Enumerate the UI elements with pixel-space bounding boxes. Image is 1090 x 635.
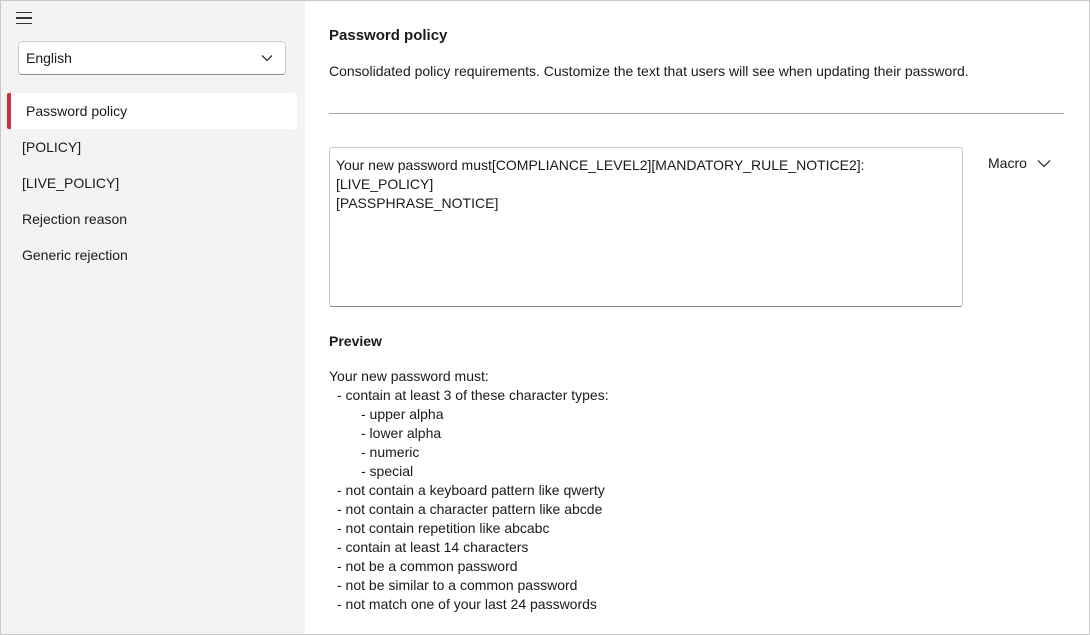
sidebar-nav: Password policy [POLICY] [LIVE_POLICY] R…: [1, 93, 305, 273]
sidebar-item-label: Password policy: [26, 103, 128, 119]
preview-line: - upper alpha: [361, 406, 444, 422]
sidebar-item-generic-rejection[interactable]: Generic rejection: [1, 237, 305, 273]
divider: [329, 113, 1064, 114]
macro-label: Macro: [988, 155, 1027, 171]
preview-line: - not contain repetition like abcabc: [337, 520, 550, 536]
preview-line: - not match one of your last 24 password…: [337, 596, 597, 612]
chevron-down-icon: [1037, 159, 1051, 167]
preview-line: - contain at least 3 of these character …: [337, 387, 609, 403]
sidebar-item-live-policy[interactable]: [LIVE_POLICY]: [1, 165, 305, 201]
preview-line: - lower alpha: [361, 425, 442, 441]
app-window: English Password policy [POLICY] [LIVE_P…: [0, 0, 1090, 635]
chevron-down-icon: [261, 55, 273, 62]
main-content: Password policy Consolidated policy requ…: [305, 1, 1089, 634]
preview-text: Your new password must: - contain at leas…: [329, 367, 609, 614]
sidebar-item-policy[interactable]: [POLICY]: [1, 129, 305, 165]
preview-line: - numeric: [361, 444, 420, 460]
policy-text-editor[interactable]: [329, 147, 963, 307]
preview-line: - not be similar to a common password: [337, 577, 578, 593]
language-select[interactable]: English: [18, 41, 286, 75]
language-select-value: English: [26, 50, 72, 66]
preview-heading: Preview: [329, 333, 382, 349]
page-title: Password policy: [329, 27, 448, 44]
hamburger-menu-icon[interactable]: [16, 9, 38, 27]
preview-line: - contain at least 14 characters: [337, 539, 529, 555]
preview-line: - special: [361, 463, 414, 479]
sidebar-item-label: Rejection reason: [22, 211, 128, 227]
sidebar-item-label: [LIVE_POLICY]: [22, 175, 120, 191]
sidebar-item-rejection-reason[interactable]: Rejection reason: [1, 201, 305, 237]
macro-dropdown[interactable]: Macro: [988, 153, 1051, 173]
sidebar: English Password policy [POLICY] [LIVE_P…: [1, 1, 305, 634]
preview-line: - not contain a keyboard pattern like qw…: [337, 482, 605, 498]
sidebar-item-password-policy[interactable]: Password policy: [7, 93, 297, 129]
page-description: Consolidated policy requirements. Custom…: [329, 63, 969, 79]
preview-line: - not be a common password: [337, 558, 518, 574]
sidebar-item-label: Generic rejection: [22, 247, 128, 263]
preview-line: Your new password must:: [329, 368, 489, 384]
preview-line: - not contain a character pattern like a…: [337, 501, 603, 517]
sidebar-item-label: [POLICY]: [22, 139, 82, 155]
